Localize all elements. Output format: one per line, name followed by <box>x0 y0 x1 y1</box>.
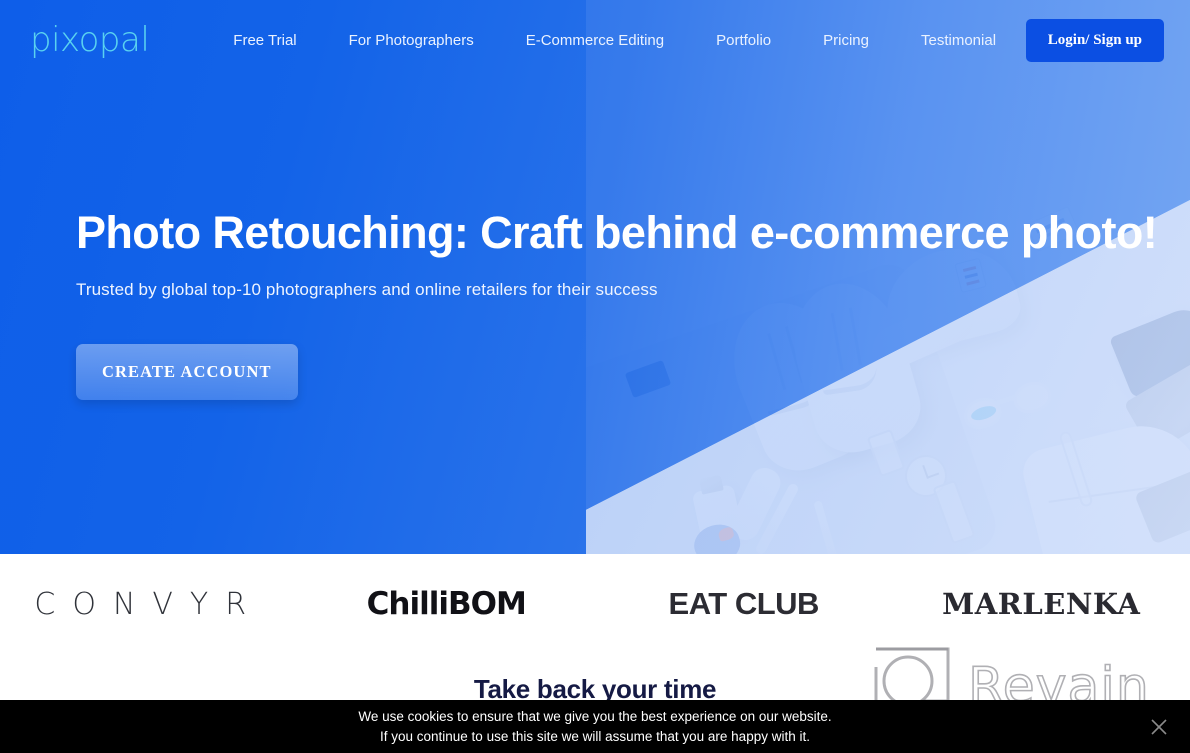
hero-subtitle: Trusted by global top-10 photographers a… <box>76 279 658 299</box>
nav-item-free-trial[interactable]: Free Trial <box>207 32 322 49</box>
client-logo-strip: CONVYR ChilliBOM EAT CLUB MARLENKA <box>0 554 1190 654</box>
nav-item-pricing[interactable]: Pricing <box>797 32 895 49</box>
cookie-banner: We use cookies to ensure that we give yo… <box>0 700 1190 753</box>
cookie-message-line1: We use cookies to ensure that we give yo… <box>358 708 832 724</box>
page-title: Photo Retouching: Craft behind e-commerc… <box>76 207 1158 258</box>
nav-links: Free Trial For Photographers E-Commerce … <box>207 32 1026 49</box>
nav-item-testimonial[interactable]: Testimonial <box>895 32 1022 49</box>
brand-logo[interactable]: pixopal <box>30 23 150 57</box>
close-icon[interactable] <box>1148 716 1170 738</box>
create-account-button[interactable]: CREATE ACCOUNT <box>76 343 298 400</box>
navbar: pixopal Free Trial For Photographers E-C… <box>0 0 1190 80</box>
client-logo-marlenka: MARLENKA <box>942 587 1141 621</box>
hero-section: Photo Retouching: Craft behind e-commerc… <box>0 0 1190 554</box>
client-logo-eatclub: EAT CLUB <box>668 586 820 621</box>
hero-copy: Photo Retouching: Craft behind e-commerc… <box>76 207 1158 400</box>
nav-item-portfolio[interactable]: Portfolio <box>690 32 797 49</box>
nav-item-e-commerce-editing[interactable]: E-Commerce Editing <box>500 32 690 49</box>
login-signup-button[interactable]: Login/ Sign up <box>1025 18 1164 62</box>
client-logo-convyr: CONVYR <box>34 586 264 622</box>
nav-item-for-photographers[interactable]: For Photographers <box>323 32 500 49</box>
client-logo-chillibom: ChilliBOM <box>366 586 527 622</box>
cookie-message: We use cookies to ensure that we give yo… <box>358 707 831 746</box>
page-root: Photo Retouching: Craft behind e-commerc… <box>0 0 1190 753</box>
cookie-message-line2: If you continue to use this site we will… <box>380 728 810 744</box>
